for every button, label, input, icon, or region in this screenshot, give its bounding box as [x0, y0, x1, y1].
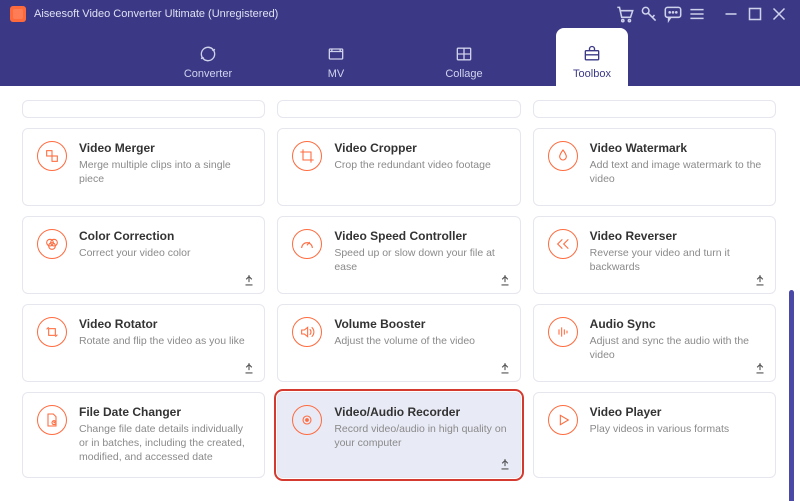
tool-video-player[interactable]: Video Player Play videos in various forma… — [533, 392, 776, 478]
tool-title: Video Player — [590, 405, 763, 419]
tab-mv[interactable]: MV — [300, 28, 372, 86]
menu-icon[interactable] — [686, 3, 708, 25]
tool-desc: Crop the redundant video footage — [334, 158, 507, 172]
speed-icon — [292, 229, 322, 259]
pin-icon[interactable] — [498, 361, 512, 375]
card-sliver — [533, 100, 776, 118]
reverse-icon — [548, 229, 578, 259]
tool-title: Volume Booster — [334, 317, 507, 331]
pin-icon[interactable] — [242, 273, 256, 287]
rotate-icon — [37, 317, 67, 347]
crop-icon — [292, 141, 322, 171]
tool-desc: Add text and image watermark to the vide… — [590, 158, 763, 186]
tool-desc: Adjust and sync the audio with the video — [590, 334, 763, 362]
tool-desc: Adjust the volume of the video — [334, 334, 507, 348]
merge-icon — [37, 141, 67, 171]
sync-icon — [548, 317, 578, 347]
tool-desc: Merge multiple clips into a single piece — [79, 158, 252, 186]
volume-icon — [292, 317, 322, 347]
app-window: Aiseesoft Video Converter Ultimate (Unre… — [0, 0, 800, 501]
tab-converter[interactable]: Converter — [172, 28, 244, 86]
tool-video-speed[interactable]: Video Speed Controller Speed up or slow d… — [277, 216, 520, 294]
minimize-button[interactable] — [720, 3, 742, 25]
tool-title: Video Reverser — [590, 229, 763, 243]
tool-title: Video Speed Controller — [334, 229, 507, 243]
tool-desc: Reverse your video and turn it backwards — [590, 246, 763, 274]
main-tabs: Converter MV Collage Toolbox — [0, 28, 800, 86]
tool-video-merger[interactable]: Video Merger Merge multiple clips into a … — [22, 128, 265, 206]
scrollbar-thumb[interactable] — [789, 290, 794, 501]
cart-icon[interactable] — [614, 3, 636, 25]
tool-desc: Record video/audio in high quality on yo… — [334, 422, 507, 450]
tool-color-correction[interactable]: Color Correction Correct your video color — [22, 216, 265, 294]
close-button[interactable] — [768, 3, 790, 25]
pin-icon[interactable] — [498, 457, 512, 471]
tool-title: Color Correction — [79, 229, 252, 243]
tool-video-watermark[interactable]: Video Watermark Add text and image waterm… — [533, 128, 776, 206]
tool-desc: Correct your video color — [79, 246, 252, 260]
pin-icon[interactable] — [242, 361, 256, 375]
titlebar: Aiseesoft Video Converter Ultimate (Unre… — [0, 0, 800, 28]
tab-collage[interactable]: Collage — [428, 28, 500, 86]
tool-title: Video Merger — [79, 141, 252, 155]
app-title: Aiseesoft Video Converter Ultimate (Unre… — [34, 8, 278, 20]
tool-title: File Date Changer — [79, 405, 252, 419]
tab-label: MV — [328, 68, 345, 80]
tool-video-cropper[interactable]: Video Cropper Crop the redundant video fo… — [277, 128, 520, 206]
toolbox-panel: Video Merger Merge multiple clips into a … — [0, 86, 800, 501]
tool-video-rotator[interactable]: Video Rotator Rotate and flip the video a… — [22, 304, 265, 382]
watermark-icon — [548, 141, 578, 171]
tab-label: Converter — [184, 68, 232, 80]
scrollbar[interactable] — [784, 100, 792, 487]
tab-label: Collage — [445, 68, 482, 80]
recorder-icon — [292, 405, 322, 435]
pin-icon[interactable] — [753, 361, 767, 375]
tool-video-audio-recorder[interactable]: Video/Audio Recorder Record video/audio i… — [277, 392, 520, 478]
tab-toolbox[interactable]: Toolbox — [556, 28, 628, 86]
card-sliver — [277, 100, 520, 118]
tool-volume-booster[interactable]: Volume Booster Adjust the volume of the v… — [277, 304, 520, 382]
tool-desc: Speed up or slow down your file at ease — [334, 246, 507, 274]
pin-icon[interactable] — [753, 273, 767, 287]
tool-grid: Video Merger Merge multiple clips into a … — [22, 100, 784, 487]
tool-file-date-changer[interactable]: File Date Changer Change file date detail… — [22, 392, 265, 478]
tool-title: Audio Sync — [590, 317, 763, 331]
color-icon — [37, 229, 67, 259]
app-logo-icon — [10, 6, 26, 22]
tool-desc: Rotate and flip the video as you like — [79, 334, 252, 348]
tool-title: Video Watermark — [590, 141, 763, 155]
tab-label: Toolbox — [573, 68, 611, 80]
card-sliver — [22, 100, 265, 118]
tool-title: Video Rotator — [79, 317, 252, 331]
tool-desc: Change file date details individually or… — [79, 422, 252, 465]
tool-title: Video/Audio Recorder — [334, 405, 507, 419]
play-icon — [548, 405, 578, 435]
tool-video-reverser[interactable]: Video Reverser Reverse your video and tur… — [533, 216, 776, 294]
date-icon — [37, 405, 67, 435]
feedback-icon[interactable] — [662, 3, 684, 25]
tool-title: Video Cropper — [334, 141, 507, 155]
pin-icon[interactable] — [498, 273, 512, 287]
maximize-button[interactable] — [744, 3, 766, 25]
tool-audio-sync[interactable]: Audio Sync Adjust and sync the audio with… — [533, 304, 776, 382]
key-icon[interactable] — [638, 3, 660, 25]
tool-desc: Play videos in various formats — [590, 422, 763, 436]
